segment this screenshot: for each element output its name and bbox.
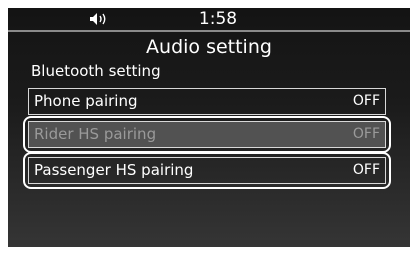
- menu-item-passenger-hs-pairing[interactable]: Passenger HS pairing OFF: [28, 157, 386, 184]
- menu-item-label: Rider HS pairing: [34, 125, 157, 143]
- speaker-volume-icon: [90, 13, 106, 25]
- screen: 1:58 Audio setting Bluetooth setting Pho…: [8, 8, 410, 247]
- menu-item-value: OFF: [352, 162, 380, 178]
- status-bar: 1:58: [8, 8, 410, 30]
- menu-item-value: OFF: [352, 126, 380, 142]
- clock: 1:58: [198, 9, 238, 29]
- menu-item-label: Passenger HS pairing: [34, 161, 194, 179]
- menu-item-label: Phone pairing: [34, 92, 138, 110]
- menu-item-rider-hs-pairing[interactable]: Rider HS pairing OFF: [28, 121, 386, 148]
- menu-item-value: OFF: [352, 93, 380, 109]
- title-divider: [8, 30, 410, 32]
- page-title: Audio setting: [146, 36, 272, 58]
- section-label: Bluetooth setting: [31, 62, 161, 80]
- menu-item-phone-pairing[interactable]: Phone pairing OFF: [28, 88, 386, 115]
